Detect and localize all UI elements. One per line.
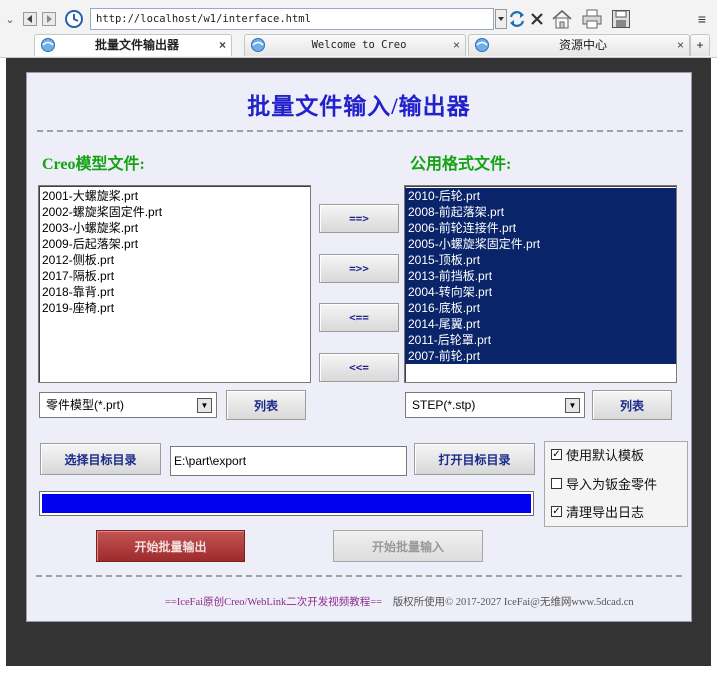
address-bar[interactable]: http://localhost/w1/interface.html <box>90 8 494 30</box>
browser-page-icon <box>251 38 265 52</box>
tab-label: 资源中心 <box>558 38 607 52</box>
move-selected-left-button[interactable]: <== <box>319 303 399 332</box>
tab-welcome-creo[interactable]: Welcome to Creo × <box>244 34 466 56</box>
browser-chrome: ⌄ http://localhost/w1/interface.html ≡ 批… <box>0 0 717 58</box>
dropdown-arrow-icon[interactable]: ▼ <box>565 398 580 413</box>
list-item[interactable]: 2009-后起落架.prt <box>39 236 310 252</box>
list-item[interactable]: 2004-转向架.prt <box>405 284 676 300</box>
list-item[interactable]: 2003-小螺旋桨.prt <box>39 220 310 236</box>
new-tab-button[interactable]: + <box>690 34 710 56</box>
target-dir-field[interactable]: E:\part\export <box>170 446 407 476</box>
select-value: STEP(*.stp) <box>412 398 476 412</box>
progress-fill <box>42 494 531 513</box>
list-item[interactable]: 2001-大螺旋桨.prt <box>39 188 310 204</box>
list-item[interactable]: 2014-尾翼.prt <box>405 316 676 332</box>
list-item[interactable]: 2015-顶板.prt <box>405 252 676 268</box>
save-icon[interactable] <box>610 8 632 30</box>
list-item[interactable]: 2018-靠背.prt <box>39 284 310 300</box>
start-batch-import-button[interactable]: 开始批量输入 <box>333 530 483 562</box>
list-item[interactable]: 2016-底板.prt <box>405 300 676 316</box>
format-filter-select[interactable]: STEP(*.stp) ▼ <box>405 392 585 418</box>
dropdown-arrow-icon[interactable]: ▼ <box>197 398 212 413</box>
close-tab-icon[interactable]: × <box>453 35 460 55</box>
clean-export-log-option[interactable]: ✓ 清理导出日志 <box>551 502 644 520</box>
option-label: 使用默认模板 <box>566 447 645 463</box>
browser-page-icon <box>41 38 55 52</box>
list-item[interactable]: 2013-前挡板.prt <box>405 268 676 284</box>
back-icon[interactable] <box>22 10 38 28</box>
dropdown-arrow-icon[interactable]: ⌄ <box>2 10 18 28</box>
list-item[interactable]: 2011-后轮罩.prt <box>405 332 676 348</box>
list-item[interactable]: 2010-后轮.prt <box>405 188 676 204</box>
plus-icon: + <box>696 38 704 52</box>
use-default-template-option[interactable]: ✓ 使用默认模板 <box>551 445 644 463</box>
list-item[interactable]: 2006-前轮连接件.prt <box>405 220 676 236</box>
forward-icon[interactable] <box>41 10 57 28</box>
copyright-text: 版权所使用© 2017-2027 IceFai@无维网www.5dcad.cn <box>392 597 634 608</box>
tab-batch-exporter[interactable]: 批量文件输出器 × <box>34 34 232 56</box>
tab-label: 批量文件输出器 <box>94 38 179 52</box>
options-group: ✓ 使用默认模板 导入为钣金零件 ✓ 清理导出日志 <box>544 441 688 527</box>
creo-models-label: Creo模型文件: <box>42 156 145 173</box>
print-icon[interactable] <box>580 8 604 30</box>
move-selected-right-button[interactable]: ==> <box>319 204 399 233</box>
refresh-icon[interactable] <box>507 8 527 30</box>
footer-divider <box>36 575 682 577</box>
start-batch-export-button[interactable]: 开始批量输出 <box>96 530 245 562</box>
list-item[interactable]: 2005-小螺旋桨固定件.prt <box>405 236 676 252</box>
stop-icon[interactable] <box>527 8 547 30</box>
menu-icon[interactable]: ≡ <box>692 8 712 30</box>
list-item[interactable]: 2012-侧板.prt <box>39 252 310 268</box>
creo-list-button[interactable]: 列表 <box>226 390 306 420</box>
format-list-button[interactable]: 列表 <box>592 390 672 420</box>
address-dropdown-icon[interactable] <box>494 8 508 30</box>
open-target-dir-button[interactable]: 打开目标目录 <box>414 443 535 475</box>
option-label: 清理导出日志 <box>566 504 645 520</box>
close-tab-icon[interactable]: × <box>219 35 226 55</box>
select-value: 零件模型(*.prt) <box>46 398 125 412</box>
divider <box>37 130 683 132</box>
progress-bar <box>39 491 534 516</box>
list-item[interactable]: 2019-座椅.prt <box>39 300 310 316</box>
list-item[interactable]: 2002-螺旋桨固定件.prt <box>39 204 310 220</box>
footer: ==IceFai原创Creo/WebLink二次开发视频教程== 版权所使用© … <box>165 594 685 609</box>
checkbox-unchecked-icon[interactable] <box>551 477 562 489</box>
page-title: 批量文件输入/输出器 <box>247 94 471 119</box>
close-tab-icon[interactable]: × <box>677 35 684 55</box>
move-all-left-button[interactable]: <<= <box>319 353 399 382</box>
tab-resource-center[interactable]: 资源中心 × <box>468 34 690 56</box>
checkbox-checked-icon[interactable]: ✓ <box>551 448 562 460</box>
choose-target-dir-button[interactable]: 选择目标目录 <box>40 443 161 475</box>
neutral-formats-label: 公用格式文件: <box>410 156 512 173</box>
creo-filter-select[interactable]: 零件模型(*.prt) ▼ <box>39 392 217 418</box>
list-item[interactable]: 2008-前起落架.prt <box>405 204 676 220</box>
creo-models-list[interactable]: 2001-大螺旋桨.prt 2002-螺旋桨固定件.prt 2003-小螺旋桨.pr… <box>38 185 311 383</box>
move-all-right-button[interactable]: =>> <box>319 254 399 283</box>
tab-strip: 批量文件输出器 × Welcome to Creo × 资源中心 × + <box>34 34 714 56</box>
import-as-sheetmetal-option[interactable]: 导入为钣金零件 <box>551 474 657 492</box>
list-item[interactable]: 2017-隔板.prt <box>39 268 310 284</box>
browser-page-icon <box>475 38 489 52</box>
neutral-formats-list[interactable]: 2010-后轮.prt 2008-前起落架.prt 2006-前轮连接件.prt 20… <box>404 185 677 383</box>
list-item[interactable]: 2007-前轮.prt <box>405 348 676 364</box>
checkbox-checked-icon[interactable]: ✓ <box>551 505 562 517</box>
tab-label: Welcome to Creo <box>311 39 407 51</box>
history-icon[interactable] <box>63 10 85 28</box>
home-icon[interactable] <box>550 8 574 30</box>
option-label: 导入为钣金零件 <box>566 476 658 492</box>
tutorial-link[interactable]: ==IceFai原创Creo/WebLink二次开发视频教程== <box>165 597 382 608</box>
